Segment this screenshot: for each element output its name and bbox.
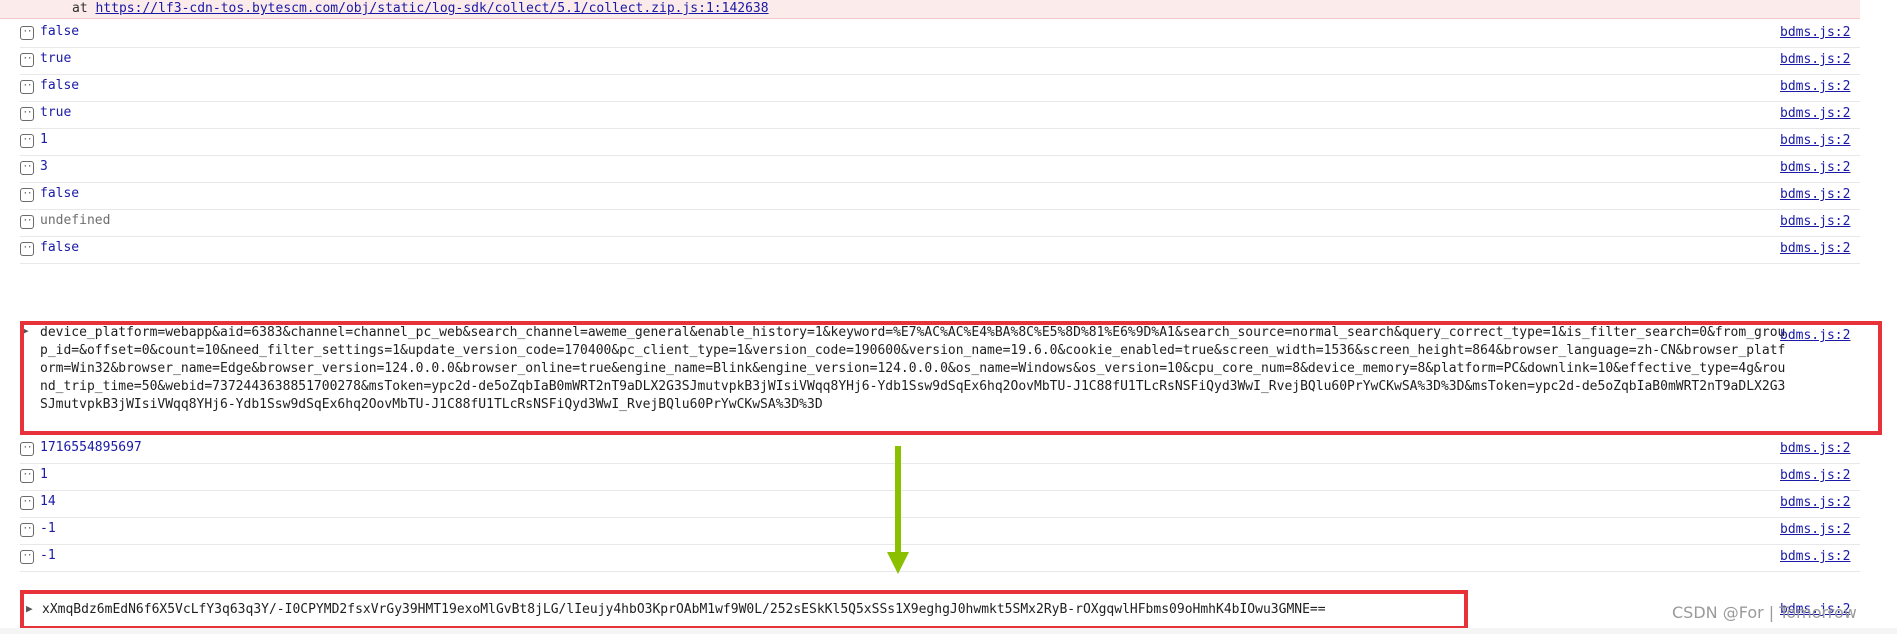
log-entry[interactable]: ·· undefined bdms.js:2 <box>20 209 1860 237</box>
log-level-icon: ·· <box>20 26 34 40</box>
log-level-icon: ·· <box>20 496 34 510</box>
log-value: -1 <box>40 548 56 563</box>
source-link[interactable]: bdms.js:2 <box>1780 106 1850 121</box>
source-link[interactable]: bdms.js:2 <box>1780 133 1850 148</box>
source-link[interactable]: bdms.js:2 <box>1780 522 1850 537</box>
log-level-icon: ·· <box>20 523 34 537</box>
log-entry[interactable]: ·· -1 bdms.js:2 <box>20 517 1860 545</box>
log-value: 3 <box>40 159 48 174</box>
source-link[interactable]: bdms.js:2 <box>1780 495 1850 510</box>
log-level-icon: ·· <box>20 134 34 148</box>
source-link[interactable]: bdms.js:2 <box>1780 79 1850 94</box>
source-link[interactable]: bdms.js:2 <box>1780 160 1850 175</box>
log-level-icon: ·· <box>20 161 34 175</box>
log-level-icon: ·· <box>20 215 34 229</box>
log-level-icon: ·· <box>20 550 34 564</box>
log-value: false <box>40 78 80 93</box>
source-link[interactable]: bdms.js:2 <box>1780 468 1850 483</box>
log-value: 1716554895697 <box>40 440 142 455</box>
log-message: xXmqBdz6mEdN6f6X5VcLfY3q63q3Y/-I0CPYMD2f… <box>42 602 1326 617</box>
source-link[interactable]: bdms.js:2 <box>1780 52 1850 67</box>
log-level-icon: ·· <box>20 469 34 483</box>
log-entry[interactable]: ·· 1 bdms.js:2 <box>20 128 1860 156</box>
log-message: device_platform=webapp&aid=6383&channel=… <box>40 325 1786 412</box>
log-entry[interactable]: ·· false bdms.js:2 <box>20 20 1860 48</box>
log-level-icon: ·· <box>20 442 34 456</box>
source-link[interactable]: bdms.js:2 <box>1780 441 1850 456</box>
log-entry[interactable]: ·· 1 bdms.js:2 <box>20 463 1860 491</box>
log-value: 14 <box>40 494 56 509</box>
log-entry[interactable]: ·· -1 bdms.js:2 <box>20 544 1860 572</box>
log-value: undefined <box>40 213 111 228</box>
log-level-icon: ·· <box>20 242 34 256</box>
log-level-icon: ·· <box>20 188 34 202</box>
log-value: false <box>40 186 80 201</box>
log-level-icon: ·· <box>20 80 34 94</box>
source-link[interactable]: bdms.js:2 <box>1780 214 1850 229</box>
log-value: 1 <box>40 467 48 482</box>
error-stack-row: at https://lf3-cdn-tos.bytescm.com/obj/s… <box>0 0 1860 19</box>
stack-frame: at https://lf3-cdn-tos.bytescm.com/obj/s… <box>72 1 769 16</box>
arrow-down-icon <box>887 552 909 574</box>
source-link[interactable]: bdms.js:2 <box>1780 25 1850 40</box>
expand-chevron-icon[interactable]: ▶ <box>26 602 33 615</box>
expand-chevron-icon[interactable]: ▶ <box>22 324 29 337</box>
stack-source-link[interactable]: https://lf3-cdn-tos.bytescm.com/obj/stat… <box>95 1 768 16</box>
source-link[interactable]: bdms.js:2 <box>1780 241 1850 256</box>
watermark: CSDN @For | Tomorrow <box>1672 603 1857 622</box>
log-entry[interactable]: ·· true bdms.js:2 <box>20 101 1860 129</box>
log-value: true <box>40 105 72 120</box>
arrow-shaft <box>895 446 901 554</box>
log-entry[interactable]: ·· 14 bdms.js:2 <box>20 490 1860 518</box>
log-entry[interactable]: ·· 3 bdms.js:2 <box>20 155 1860 183</box>
log-entry[interactable]: ·· false bdms.js:2 <box>20 236 1860 264</box>
source-link[interactable]: bdms.js:2 <box>1780 549 1850 564</box>
bottom-strip <box>0 628 1897 634</box>
source-link[interactable]: bdms.js:2 <box>1780 328 1850 343</box>
stack-prefix: at <box>72 1 88 16</box>
log-value: false <box>40 24 80 39</box>
log-level-icon: ·· <box>20 107 34 121</box>
log-entry-long-string[interactable]: ▶ device_platform=webapp&aid=6383&channe… <box>20 324 1852 435</box>
log-value: false <box>40 240 80 255</box>
log-value: 1 <box>40 132 48 147</box>
log-level-icon: ·· <box>20 53 34 67</box>
log-value: true <box>40 51 72 66</box>
log-entry[interactable]: ·· 1716554895697 bdms.js:2 <box>20 436 1860 464</box>
log-entry[interactable]: ·· false bdms.js:2 <box>20 74 1860 102</box>
log-entry[interactable]: ·· true bdms.js:2 <box>20 47 1860 75</box>
log-value: -1 <box>40 521 56 536</box>
log-entry[interactable]: ·· false bdms.js:2 <box>20 182 1860 210</box>
source-link[interactable]: bdms.js:2 <box>1780 187 1850 202</box>
log-entry-signature[interactable]: ▶ xXmqBdz6mEdN6f6X5VcLfY3q63q3Y/-I0CPYMD… <box>20 596 1860 622</box>
